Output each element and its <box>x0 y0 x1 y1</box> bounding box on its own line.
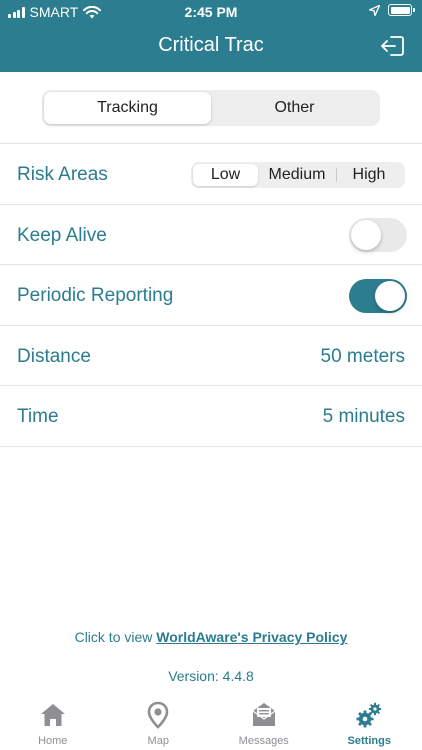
tab-other[interactable]: Other <box>211 92 378 124</box>
risk-option-medium[interactable]: Medium <box>258 164 336 186</box>
tab-tracking[interactable]: Tracking <box>44 92 211 124</box>
keep-alive-toggle[interactable] <box>349 218 407 252</box>
distance-label: Distance <box>17 346 91 367</box>
divider <box>0 264 422 265</box>
home-icon <box>40 704 65 726</box>
risk-option-low[interactable]: Low <box>193 164 258 186</box>
divider <box>0 446 422 447</box>
risk-areas-label: Risk Areas <box>17 164 108 185</box>
time-label: Time <box>17 406 59 427</box>
periodic-reporting-toggle[interactable] <box>349 279 407 313</box>
logout-icon <box>381 36 404 56</box>
risk-areas-segmented-control: Low Medium High <box>191 162 405 188</box>
divider <box>0 385 422 386</box>
map-pin-icon <box>147 701 169 729</box>
time-value[interactable]: 5 minutes <box>323 406 405 428</box>
tab-label: Map <box>147 735 169 747</box>
tab-messages[interactable]: Messages <box>211 696 317 750</box>
distance-value[interactable]: 50 meters <box>321 346 405 368</box>
tab-home[interactable]: Home <box>0 696 106 750</box>
location-arrow-icon <box>369 4 380 16</box>
tab-label: Settings <box>347 735 391 747</box>
tab-settings[interactable]: Settings <box>317 696 422 750</box>
toggle-knob <box>375 281 405 311</box>
privacy-prefix: Click to view <box>74 629 157 645</box>
battery-icon <box>388 4 415 16</box>
divider <box>0 204 422 205</box>
risk-option-high[interactable]: High <box>337 164 401 186</box>
logout-button[interactable] <box>380 34 406 58</box>
app-header: SMART 2:45 PM Critical Trac <box>0 0 422 72</box>
envelope-icon <box>252 703 276 726</box>
keep-alive-label: Keep Alive <box>17 225 107 246</box>
tracking-other-segmented-control: Tracking Other <box>42 90 380 126</box>
page-title: Critical Trac <box>158 34 264 56</box>
toggle-knob <box>351 220 381 250</box>
version-label: Version: 4.4.8 <box>168 668 254 684</box>
tab-label: Home <box>38 735 68 747</box>
divider <box>0 325 422 326</box>
divider <box>0 143 422 144</box>
status-time: 2:45 PM <box>184 4 238 20</box>
tab-map[interactable]: Map <box>106 696 212 750</box>
periodic-reporting-label: Periodic Reporting <box>17 285 174 306</box>
tab-bar: Home Map Messages Settings <box>0 696 422 750</box>
status-bar: SMART 2:45 PM <box>0 0 422 24</box>
privacy-notice: Click to view WorldAware's Privacy Polic… <box>0 629 422 645</box>
privacy-policy-link[interactable]: WorldAware's Privacy Policy <box>156 629 347 645</box>
gears-icon <box>356 702 382 728</box>
status-right <box>369 4 415 16</box>
tab-label: Messages <box>238 735 289 747</box>
